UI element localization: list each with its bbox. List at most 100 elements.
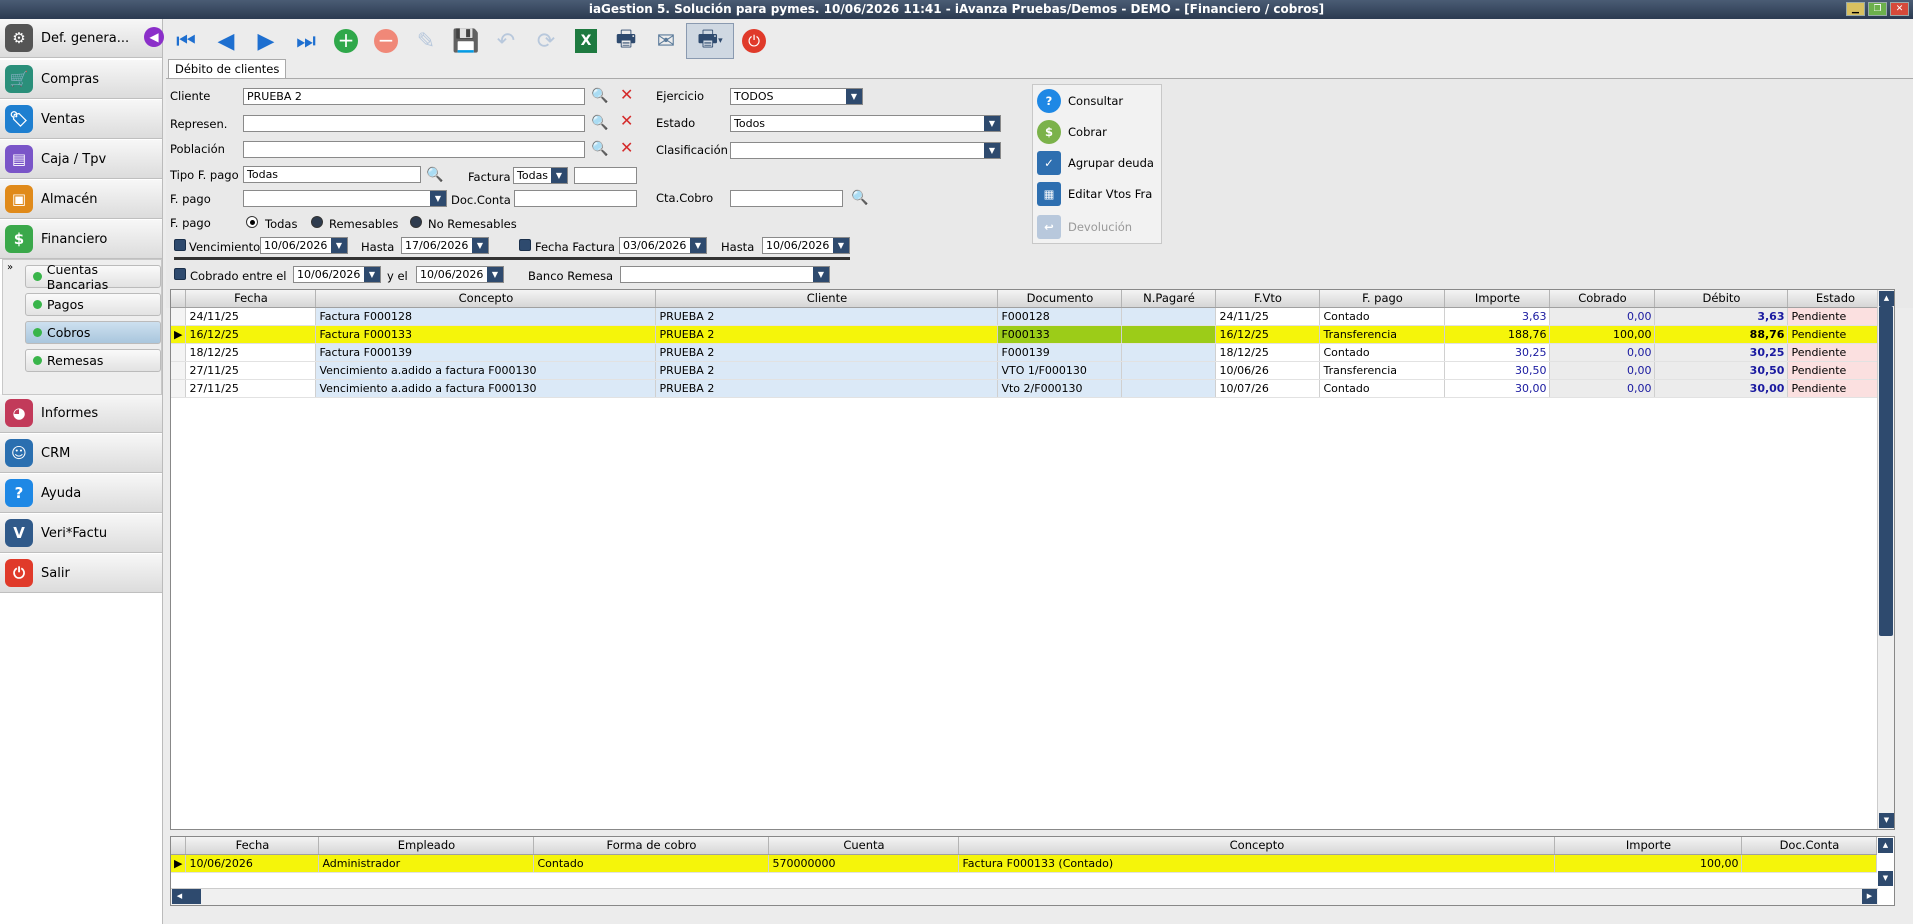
chevron-down-icon[interactable]: ▼ — [846, 89, 862, 104]
agrupar-deuda-button[interactable]: ✓ Agrupar deuda — [1037, 150, 1154, 176]
power-icon[interactable]: ⏻ — [734, 23, 774, 59]
column-header[interactable]: Documento — [997, 290, 1123, 308]
column-header[interactable]: N.Pagaré — [1121, 290, 1217, 308]
scroll-up-icon[interactable]: ▲ — [1879, 291, 1894, 306]
cobrado-date[interactable]: 10/06/2026 ▼ — [293, 266, 381, 283]
table-row[interactable]: ▶ 10/06/2026 Administrador Contado 570000000… — [171, 854, 1878, 873]
cliente-input[interactable]: PRUEBA 2 — [243, 88, 585, 105]
sidebar-item-veri-factu[interactable]: V Veri*Factu — [0, 514, 162, 553]
minimize-button[interactable]: ▁ — [1846, 2, 1865, 16]
ctacobro-search-icon[interactable]: 🔍 — [851, 190, 868, 206]
column-header[interactable]: Doc.Conta — [1741, 837, 1878, 855]
fechafactura-date[interactable]: 03/06/2026 ▼ — [619, 237, 707, 254]
scrollbar-thumb[interactable] — [187, 889, 201, 904]
column-header[interactable]: Estado — [1787, 290, 1884, 308]
sidebar-item-ventas[interactable]: 🏷 Ventas — [0, 100, 162, 139]
previous-record-icon[interactable]: ◀ — [206, 23, 246, 59]
chevron-down-icon[interactable]: ▼ — [487, 267, 503, 282]
poblacion-clear-icon[interactable]: ✕ — [620, 140, 633, 156]
factura-number-input[interactable] — [574, 167, 637, 184]
last-record-icon[interactable]: ⏭ — [286, 23, 326, 59]
hasta-date[interactable]: 17/06/2026 ▼ — [401, 237, 489, 254]
restore-button[interactable]: ❐ — [1868, 2, 1887, 16]
delete-icon[interactable]: − — [366, 23, 406, 59]
add-icon[interactable]: + — [326, 23, 366, 59]
poblacion-search-icon[interactable]: 🔍 — [591, 141, 608, 157]
submenu-item-cuentas-bancarias[interactable]: Cuentas Bancarias — [25, 262, 161, 292]
column-header[interactable]: Importe — [1554, 837, 1743, 855]
chevron-down-icon[interactable]: ▼ — [551, 168, 567, 183]
scrollbar-thumb[interactable] — [1879, 306, 1893, 636]
refresh-icon[interactable]: ⟳ — [526, 23, 566, 59]
docconta-input[interactable] — [514, 190, 637, 207]
scroll-up-icon[interactable]: ▲ — [1878, 838, 1893, 853]
consultar-button[interactable]: ? Consultar — [1037, 88, 1123, 114]
sidebar-item-financiero[interactable]: $ Financiero — [0, 220, 162, 259]
sidebar-item-salir[interactable]: ⏻ Salir — [0, 554, 162, 593]
chevron-down-icon[interactable]: ▼ — [690, 238, 706, 253]
column-header[interactable]: Concepto — [315, 290, 657, 308]
submenu-item-cobros[interactable]: Cobros — [25, 321, 161, 344]
represen-search-icon[interactable]: 🔍 — [591, 115, 608, 131]
sidebar-item-caja-tpv[interactable]: ▤ Caja / Tpv — [0, 140, 162, 179]
scroll-left-icon[interactable]: ◀ — [172, 889, 187, 904]
devolucion-button[interactable]: ↩ Devolución — [1037, 214, 1132, 240]
radio-remesables[interactable] — [311, 216, 323, 228]
tipofpago-search-icon[interactable]: 🔍 — [426, 167, 443, 183]
table-row[interactable]: ▶ 16/12/25 Factura F000133 PRUEBA 2 F000133 1… — [171, 325, 1884, 344]
collapse-submenu-icon[interactable]: » — [7, 262, 13, 273]
represen-clear-icon[interactable]: ✕ — [620, 113, 633, 129]
chevron-down-icon[interactable]: ▼ — [813, 267, 829, 282]
radio-todas[interactable] — [246, 216, 258, 228]
column-header[interactable]: F.Vto — [1215, 290, 1321, 308]
sidebar-item-def-genera-[interactable]: ⚙ Def. genera... — [0, 19, 162, 58]
print-options-icon[interactable]: 🖶 ▾ — [686, 23, 734, 59]
table-row[interactable]: 24/11/25 Factura F000128 PRUEBA 2 F000128 24… — [171, 307, 1884, 326]
column-header[interactable]: Empleado — [318, 837, 535, 855]
submenu-item-remesas[interactable]: Remesas — [25, 349, 161, 372]
radio-noremesables[interactable] — [410, 216, 422, 228]
sidebar-item-informes[interactable]: ◕ Informes — [0, 394, 162, 433]
scroll-down-icon[interactable]: ▼ — [1878, 871, 1893, 886]
cliente-search-icon[interactable]: 🔍 — [591, 88, 608, 104]
bancoremesa-select[interactable]: ▼ — [620, 266, 830, 283]
save-icon[interactable]: 💾 — [446, 23, 486, 59]
sidebar-item-compras[interactable]: 🛒 Compras — [0, 60, 162, 99]
table-row[interactable]: 27/11/25 Vencimiento a.adido a factura F0… — [171, 361, 1884, 380]
tab-debito-clientes[interactable]: Débito de clientes — [168, 59, 287, 79]
email-icon[interactable]: ✉ — [646, 23, 686, 59]
edit-icon[interactable]: ✎ — [406, 23, 446, 59]
vencimiento-date[interactable]: 10/06/2026 ▼ — [260, 237, 348, 254]
undo-icon[interactable]: ↶ — [486, 23, 526, 59]
chevron-down-icon[interactable]: ▼ — [430, 191, 446, 206]
ejercicio-select[interactable]: TODOS ▼ — [730, 88, 863, 105]
represen-input[interactable] — [243, 115, 585, 132]
chevron-down-icon[interactable]: ▼ — [364, 267, 380, 282]
cliente-clear-icon[interactable]: ✕ — [620, 87, 633, 103]
print-icon[interactable]: 🖶 — [606, 23, 646, 59]
vertical-scrollbar[interactable]: ▲ ▼ — [1877, 290, 1894, 829]
poblacion-input[interactable] — [243, 141, 585, 158]
sidebar-item-ayuda[interactable]: ? Ayuda — [0, 474, 162, 513]
chevron-down-icon[interactable]: ▼ — [984, 143, 1000, 158]
chevron-down-icon[interactable]: ▼ — [833, 238, 849, 253]
scroll-down-icon[interactable]: ▼ — [1879, 813, 1894, 828]
next-record-icon[interactable]: ▶ — [246, 23, 286, 59]
editar-vtos-button[interactable]: ▦ Editar Vtos Fra — [1037, 181, 1152, 207]
table-row[interactable]: 27/11/25 Vencimiento a.adido a factura F0… — [171, 379, 1884, 398]
horizontal-scrollbar[interactable]: ◀ ▶ — [171, 888, 1878, 905]
scroll-right-icon[interactable]: ▶ — [1862, 889, 1877, 904]
column-header[interactable]: Débito — [1654, 290, 1789, 308]
first-record-icon[interactable]: ⏮ — [166, 23, 206, 59]
column-header[interactable]: Fecha — [185, 290, 317, 308]
column-header[interactable]: Concepto — [958, 837, 1556, 855]
excel-icon[interactable]: X — [566, 23, 606, 59]
column-header[interactable]: Cobrado — [1549, 290, 1656, 308]
vencimiento-checkbox[interactable] — [174, 239, 186, 251]
factura-select[interactable]: Todas ▼ — [513, 167, 568, 184]
hasta2-date[interactable]: 10/06/2026 ▼ — [762, 237, 850, 254]
column-header[interactable]: F. pago — [1319, 290, 1446, 308]
column-header[interactable]: Forma de cobro — [533, 837, 770, 855]
chevron-down-icon[interactable]: ▼ — [472, 238, 488, 253]
sidebar-item-crm[interactable]: ☺ CRM — [0, 434, 162, 473]
